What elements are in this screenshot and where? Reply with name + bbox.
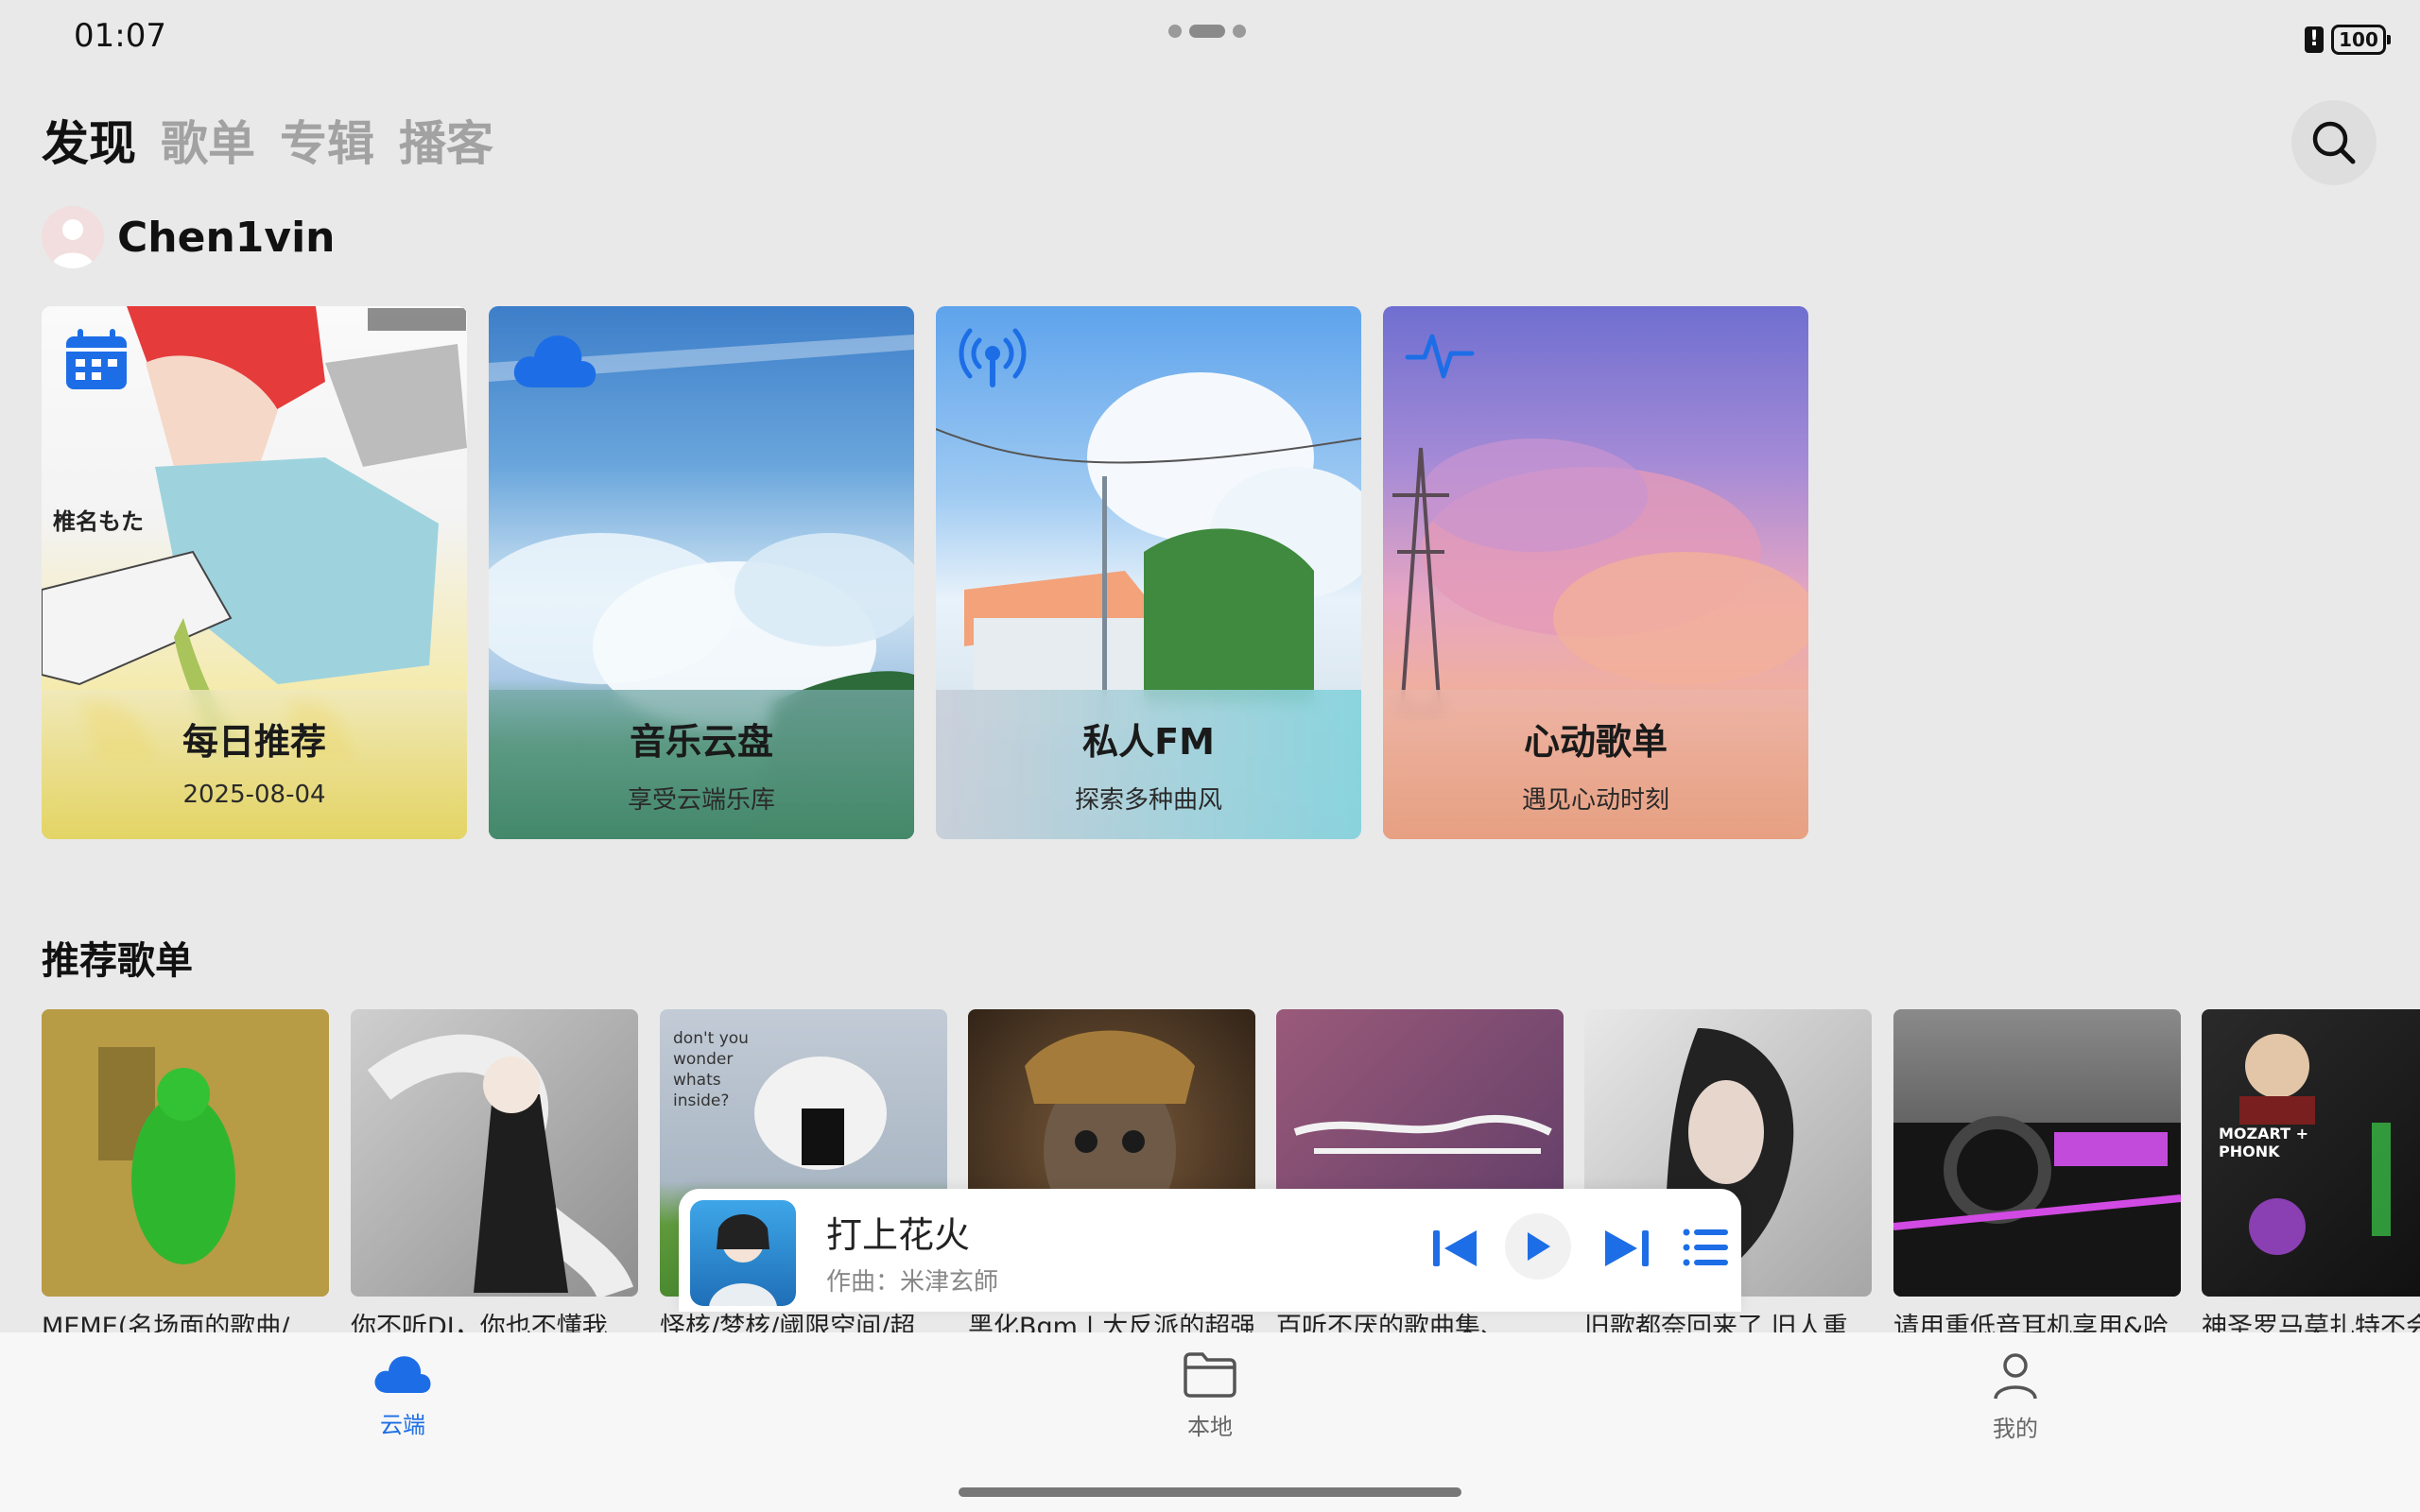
playlist-cover: [351, 1009, 638, 1297]
calendar-icon: [62, 327, 130, 399]
home-indicator[interactable]: [959, 1487, 1461, 1497]
search-button[interactable]: [2291, 100, 2377, 185]
card-daily-recommend[interactable]: 椎名もた 每日推荐 2025-08-04: [42, 306, 467, 839]
card-title: 私人FM: [1082, 721, 1215, 763]
section-title: 推荐歌单: [42, 939, 193, 983]
now-playing-artist: 作曲：米津玄師: [826, 1268, 999, 1297]
handle-dot: [1168, 25, 1182, 38]
nav-cloud[interactable]: 云端: [346, 1351, 459, 1439]
tab-playlists[interactable]: 歌单: [161, 106, 255, 174]
mini-player[interactable]: 打上花火 作曲：米津玄師: [679, 1189, 1741, 1312]
handle-bar: [1189, 25, 1225, 38]
nav-label: 本地: [1187, 1414, 1233, 1440]
heartbeat-icon: [1404, 327, 1476, 387]
card-subtitle: 探索多种曲风: [1074, 786, 1222, 815]
handle-dot: [1233, 25, 1246, 38]
now-playing-cover[interactable]: [690, 1200, 796, 1306]
radio-icon: [957, 327, 1028, 395]
playlist-card[interactable]: 请用重低音耳机享用&哈: [1893, 1009, 2181, 1343]
battery-status: ! 100: [2305, 25, 2391, 55]
username: Chen1vin: [117, 213, 336, 262]
nav-local[interactable]: 本地: [1153, 1351, 1267, 1441]
skip-next-icon: [1605, 1230, 1649, 1266]
bottom-nav: 云端 本地 我的: [0, 1332, 2420, 1512]
nav-label: 我的: [1993, 1416, 2038, 1442]
battery-icon: 100: [2331, 25, 2391, 55]
alert-icon: !: [2305, 26, 2324, 53]
top-tabs: 发现 歌单 专辑 播客: [42, 106, 493, 174]
card-personal-fm[interactable]: 私人FM 探索多种曲风: [936, 306, 1361, 839]
avatar[interactable]: [42, 206, 104, 268]
cloud-icon: [374, 1356, 431, 1393]
multitask-handle[interactable]: [1168, 25, 1246, 38]
card-title: 每日推荐: [182, 721, 326, 763]
play-icon: [1528, 1232, 1550, 1261]
tab-podcasts[interactable]: 播客: [399, 106, 493, 174]
status-time: 01:07: [74, 17, 166, 55]
play-button[interactable]: [1505, 1213, 1571, 1280]
skip-previous-icon: [1433, 1230, 1477, 1266]
cover-caption: MOZART + PHONK: [2219, 1125, 2308, 1160]
previous-button[interactable]: [1431, 1225, 1480, 1276]
tab-albums[interactable]: 专辑: [280, 106, 374, 174]
playlist-card[interactable]: MOZART + PHONK 神圣罗马莫扎特不会: [2202, 1009, 2420, 1343]
user-row[interactable]: Chen1vin: [42, 206, 335, 268]
card-title: 心动歌单: [1523, 721, 1668, 763]
playlist-cover: [42, 1009, 329, 1297]
playlist-card[interactable]: 你不听DJ，你也不懂我: [351, 1009, 638, 1343]
next-button[interactable]: [1601, 1225, 1651, 1276]
search-icon: [2312, 121, 2356, 164]
card-subtitle: 享受云端乐库: [627, 786, 775, 815]
queue-button[interactable]: [1683, 1227, 1730, 1272]
card-subtitle: 2025-08-04: [182, 781, 326, 809]
card-subtitle: 遇见心动时刻: [1521, 786, 1669, 815]
nav-label: 云端: [380, 1412, 425, 1438]
playlist-cover: [1893, 1009, 2181, 1297]
battery-level: 100: [2339, 28, 2378, 51]
cloud-icon: [510, 327, 600, 399]
playlist-cover: MOZART + PHONK: [2202, 1009, 2420, 1297]
card-heartbeat-playlist[interactable]: 心动歌单 遇见心动时刻: [1383, 306, 1808, 839]
card-cloud-drive[interactable]: 音乐云盘 享受云端乐库: [489, 306, 914, 839]
tab-discover[interactable]: 发现: [42, 106, 136, 174]
playlist-card[interactable]: MEME(名场面的歌曲/: [42, 1009, 329, 1343]
nav-mine[interactable]: 我的: [1959, 1351, 2072, 1443]
folder-icon: [1184, 1352, 1236, 1398]
art-caption: 椎名もた: [53, 508, 144, 535]
now-playing-title: 打上花火: [826, 1214, 971, 1256]
cover-caption: don't you wonder whats inside?: [673, 1029, 749, 1110]
person-icon: [1994, 1353, 2037, 1400]
list-icon: [1683, 1228, 1728, 1266]
person-icon: [51, 219, 95, 268]
card-title: 音乐云盘: [629, 721, 773, 763]
